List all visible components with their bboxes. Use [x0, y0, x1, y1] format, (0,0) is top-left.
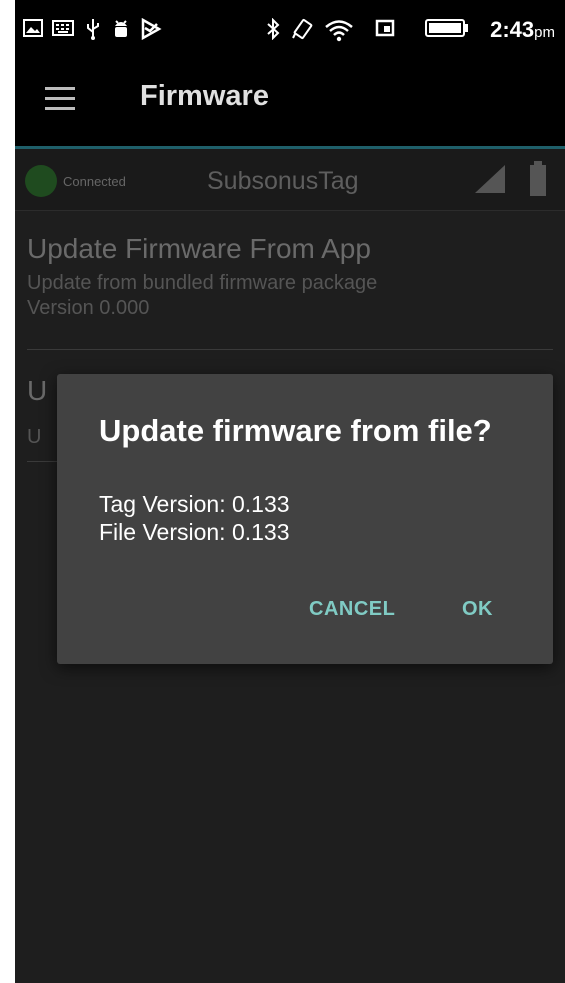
dialog-title: Update firmware from file? — [99, 413, 492, 448]
android-debug-icon — [115, 20, 127, 37]
connection-indicator — [25, 165, 57, 197]
wifi-icon — [325, 20, 353, 42]
ok-button[interactable]: OK — [462, 598, 493, 621]
gallery-notification-icon — [23, 19, 43, 37]
hamburger-menu-icon[interactable] — [45, 87, 75, 111]
update-firmware-dialog: Update firmware from file? Tag Version: … — [57, 374, 553, 664]
dialog-message: Tag Version: 0.133 File Version: 0.133 — [99, 490, 290, 546]
device-status-row: Connected SubsonusTag — [15, 149, 565, 211]
vibrate-icon — [292, 18, 313, 40]
cancel-button[interactable]: CANCEL — [309, 598, 395, 621]
connection-status-label: Connected — [63, 174, 126, 189]
status-bar: 2:43pm — [15, 0, 565, 60]
phone-screen: 2:43pm Firmware Connected SubsonusTag Up… — [15, 0, 565, 983]
battery-status-icon — [425, 19, 468, 37]
page-title: Firmware — [140, 80, 269, 112]
device-battery-icon — [530, 161, 546, 196]
app-bar: Firmware — [15, 60, 565, 149]
item-version: Version 0.000 — [27, 297, 150, 319]
status-time: 2:43pm — [490, 17, 555, 42]
play-store-icon — [141, 18, 162, 40]
device-name: SubsonusTag — [207, 167, 359, 195]
file-version-text: File Version: 0.133 — [99, 519, 290, 545]
item-subtitle: Update from bundled firmware package — [27, 272, 378, 294]
keyboard-icon — [52, 20, 74, 36]
list-item-update-from-app[interactable]: Update Firmware From App Update from bun… — [27, 233, 553, 321]
sim-icon — [375, 19, 395, 37]
usb-icon — [87, 19, 99, 40]
item-title: Update Firmware From App — [27, 233, 371, 264]
bluetooth-icon — [267, 18, 280, 40]
signal-strength-icon — [475, 165, 505, 193]
tag-version-text: Tag Version: 0.133 — [99, 491, 290, 517]
divider — [27, 349, 553, 350]
